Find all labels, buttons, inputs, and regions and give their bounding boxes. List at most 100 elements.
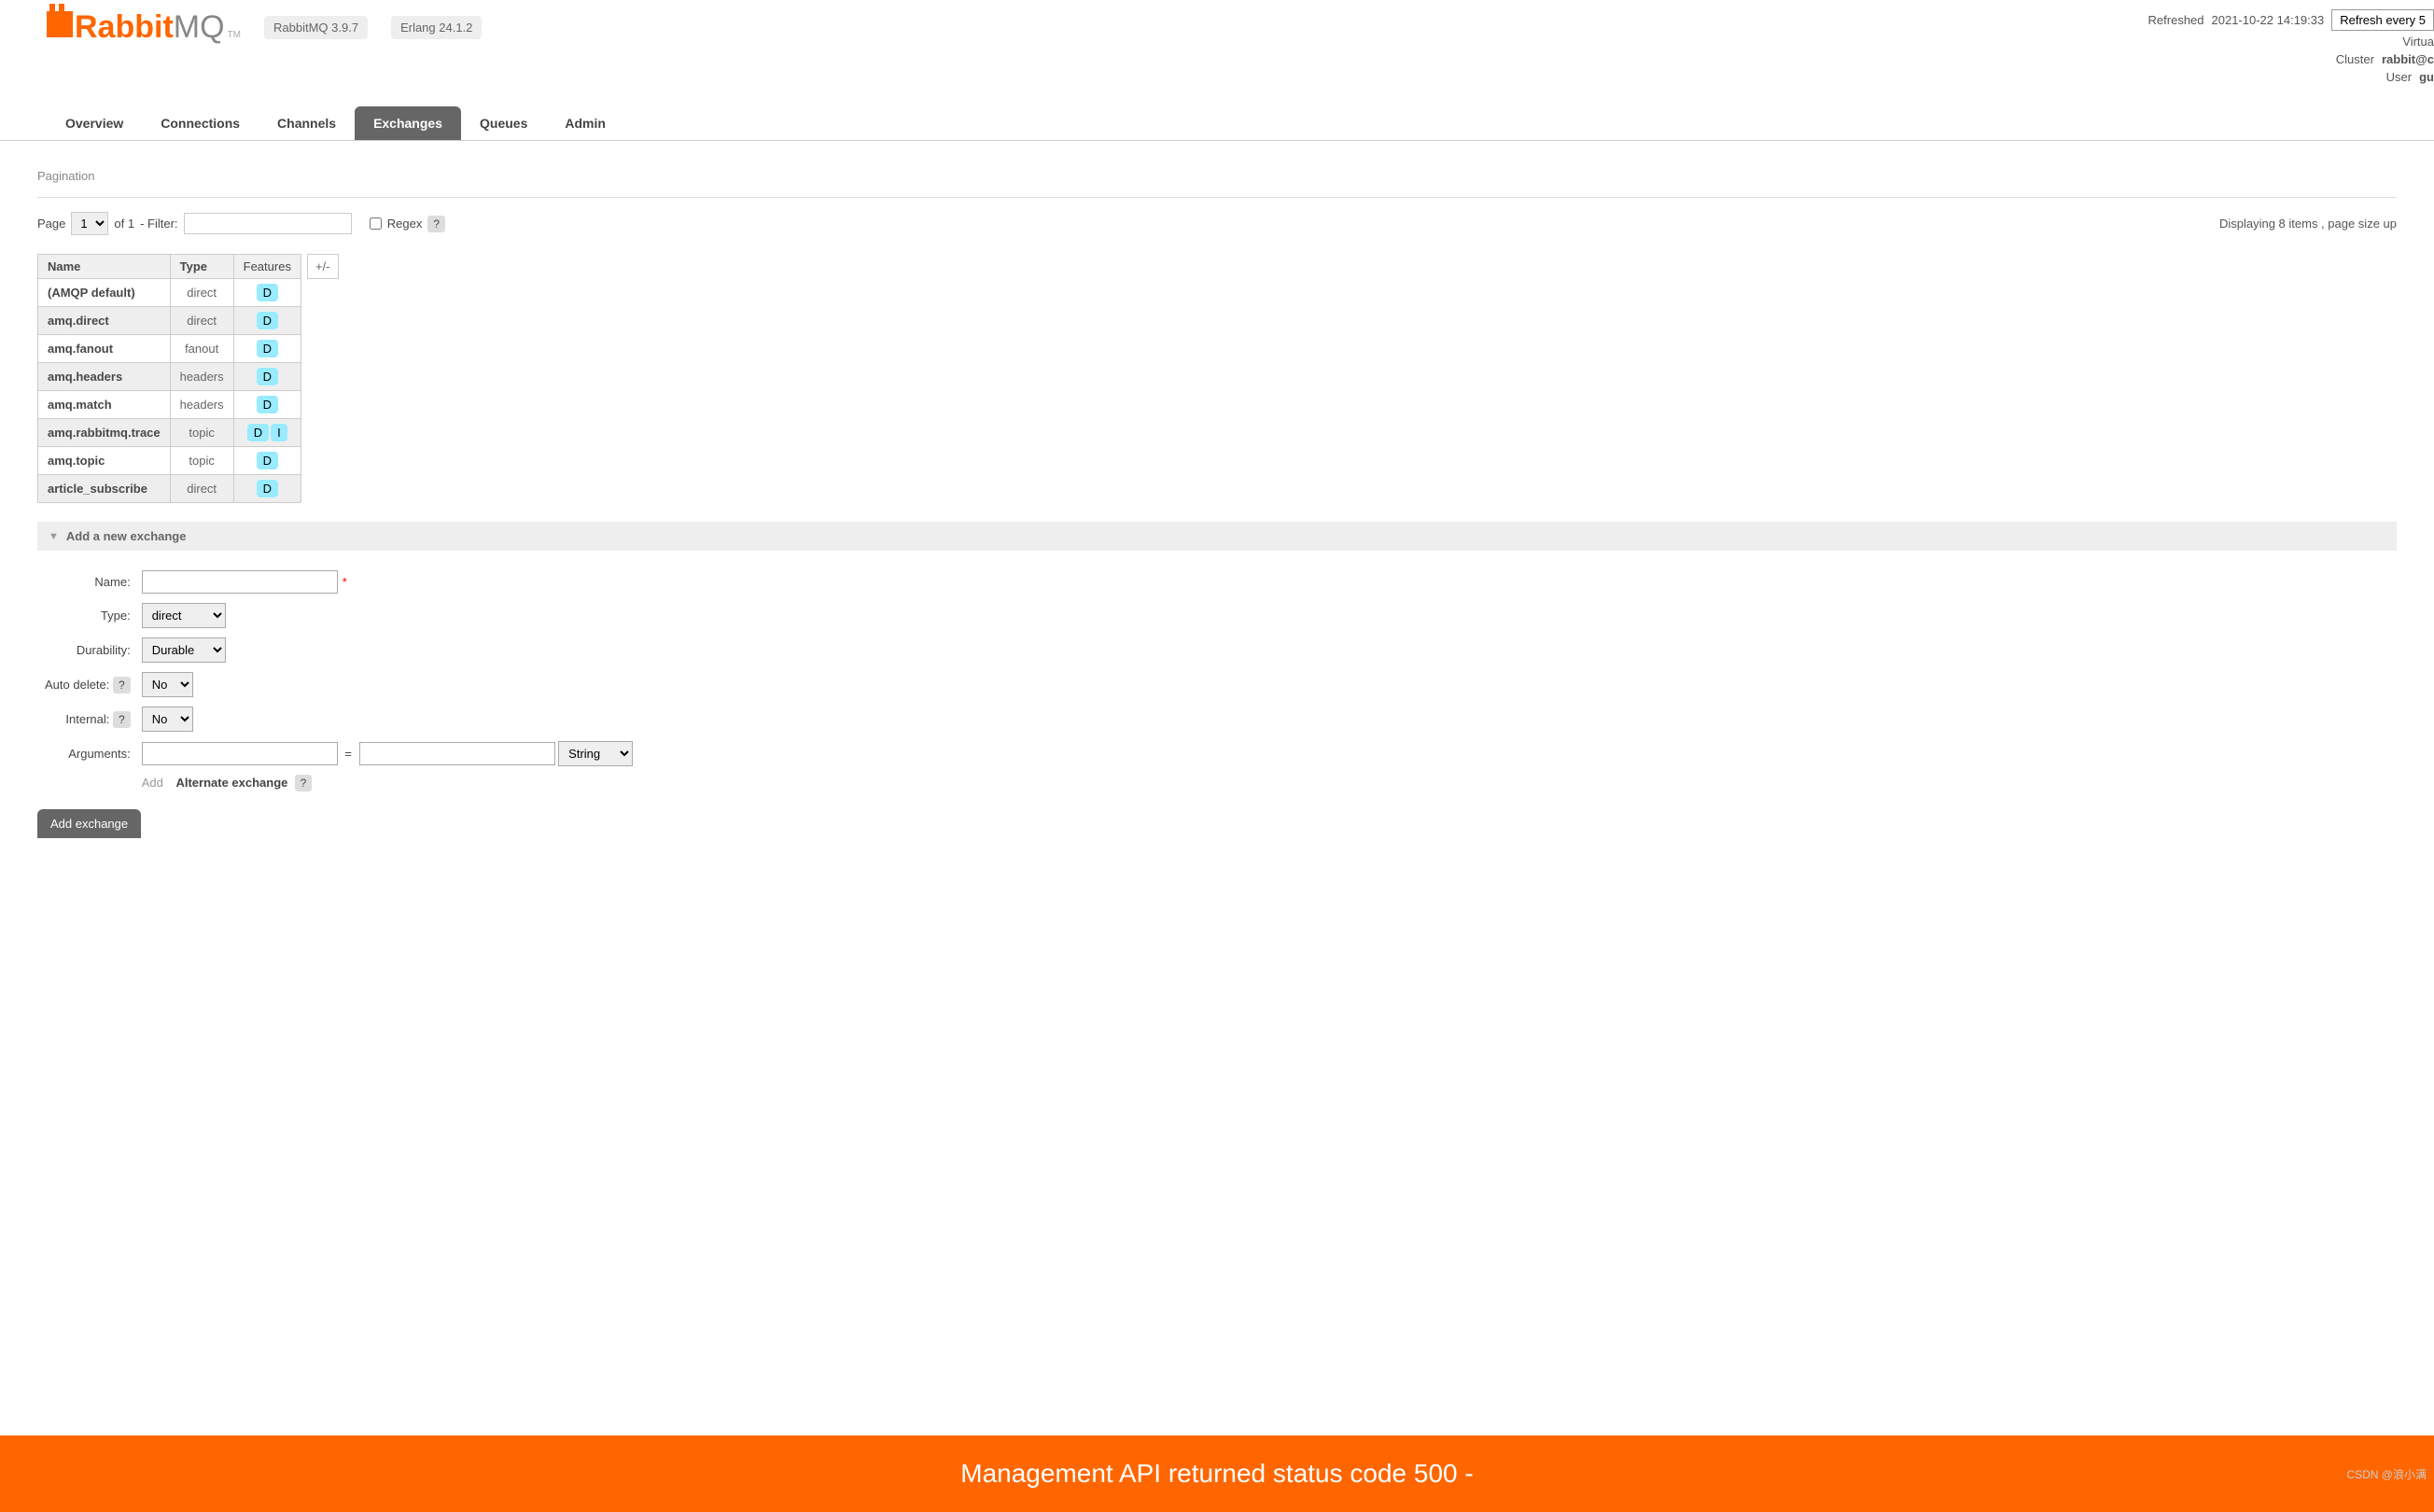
exchange-features: D — [233, 279, 301, 307]
error-banner: Management API returned status code 500 … — [0, 1435, 2434, 1512]
exchange-features: D — [233, 363, 301, 391]
exchange-name[interactable]: amq.direct — [38, 307, 171, 335]
refreshed-label: Refreshed — [2148, 13, 2204, 27]
exchange-name[interactable]: amq.headers — [38, 363, 171, 391]
tab-exchanges[interactable]: Exchanges — [355, 106, 461, 140]
equals-sign: = — [341, 747, 356, 761]
cluster-label: Cluster — [2336, 52, 2374, 66]
caret-down-icon: ▼ — [49, 531, 59, 542]
feature-badge: D — [257, 452, 278, 469]
durability-field-label: Durability: — [39, 634, 134, 666]
exchanges-table: Name Type Features (AMQP default)directD… — [37, 254, 301, 503]
logo-text-rabbit: Rabbit — [75, 9, 174, 45]
name-input[interactable] — [142, 570, 338, 594]
exchange-features: DI — [233, 419, 301, 447]
argument-key-input[interactable] — [142, 742, 338, 765]
alternate-exchange-help-icon[interactable]: ? — [295, 775, 313, 791]
refresh-interval-button[interactable]: Refresh every 5 — [2331, 9, 2434, 31]
arguments-field-label: Arguments: — [39, 737, 134, 770]
tab-overview[interactable]: Overview — [47, 106, 142, 140]
logo-tm: TM — [228, 30, 241, 40]
logo-text-mq: MQ — [174, 9, 225, 45]
exchange-name[interactable]: amq.topic — [38, 447, 171, 475]
regex-checkbox[interactable] — [370, 217, 382, 230]
autodelete-help-icon[interactable]: ? — [113, 677, 131, 693]
exchange-features: D — [233, 307, 301, 335]
internal-help-icon[interactable]: ? — [113, 711, 131, 728]
internal-select[interactable]: No — [142, 707, 193, 732]
columns-toggle[interactable]: +/- — [307, 254, 339, 279]
alternate-exchange-link[interactable]: Alternate exchange — [175, 776, 287, 790]
feature-badge: D — [257, 284, 278, 301]
page-select[interactable]: 1 — [71, 212, 108, 235]
displaying-count: Displaying 8 items , page size up — [2219, 217, 2397, 231]
feature-badge: D — [257, 340, 278, 357]
argument-type-select[interactable]: String — [558, 741, 633, 766]
exchange-type: direct — [170, 279, 233, 307]
exchange-type: fanout — [170, 335, 233, 363]
feature-badge: D — [257, 396, 278, 413]
tab-connections[interactable]: Connections — [142, 106, 259, 140]
feature-badge: D — [257, 480, 278, 497]
tab-admin[interactable]: Admin — [546, 106, 624, 140]
exchange-features: D — [233, 447, 301, 475]
watermark: CSDN @浪小满 — [2346, 1466, 2427, 1482]
exchange-name[interactable]: amq.match — [38, 391, 171, 419]
argument-value-input[interactable] — [359, 742, 555, 765]
add-exchange-button[interactable]: Add exchange — [37, 809, 141, 838]
feature-badge: I — [271, 424, 287, 441]
name-field-label: Name: — [39, 567, 134, 597]
exchange-name[interactable]: article_subscribe — [38, 475, 171, 503]
internal-field-label: Internal: — [65, 712, 109, 726]
type-select[interactable]: direct — [142, 603, 226, 628]
autodelete-field-label: Auto delete: — [45, 678, 109, 692]
exchange-type: direct — [170, 307, 233, 335]
add-exchange-section-header[interactable]: ▼ Add a new exchange — [37, 522, 2397, 551]
table-row: amq.matchheaders D — [38, 391, 301, 419]
col-type[interactable]: Type — [170, 255, 233, 279]
exchange-name[interactable]: (AMQP default) — [38, 279, 171, 307]
regex-help-icon[interactable]: ? — [427, 216, 445, 232]
durability-select[interactable]: Durable — [142, 637, 226, 663]
exchange-type: direct — [170, 475, 233, 503]
filter-label: - Filter: — [140, 217, 177, 231]
table-row: amq.topictopicD — [38, 447, 301, 475]
required-marker: * — [343, 575, 347, 589]
table-row: article_subscribedirect D — [38, 475, 301, 503]
exchange-type: headers — [170, 391, 233, 419]
user-label: User — [2386, 70, 2412, 84]
regex-label: Regex — [387, 217, 423, 231]
col-name[interactable]: Name — [38, 255, 171, 279]
exchange-features: D — [233, 391, 301, 419]
rabbitmq-logo-icon — [47, 11, 73, 37]
tab-queues[interactable]: Queues — [461, 106, 546, 140]
table-row: amq.headersheaders D — [38, 363, 301, 391]
table-row: amq.directdirect D — [38, 307, 301, 335]
page-label: Page — [37, 217, 65, 231]
pagination-heading: Pagination — [37, 169, 2397, 183]
erlang-version-badge: Erlang 24.1.2 — [391, 16, 482, 39]
feature-badge: D — [257, 368, 278, 385]
user-name: gu — [2419, 70, 2434, 84]
table-row: amq.rabbitmq.tracetopicDI — [38, 419, 301, 447]
rabbitmq-version-badge: RabbitMQ 3.9.7 — [264, 16, 368, 39]
col-features: Features — [233, 255, 301, 279]
exchange-name[interactable]: amq.fanout — [38, 335, 171, 363]
exchange-features: D — [233, 475, 301, 503]
cluster-name: rabbit@c — [2382, 52, 2434, 66]
add-argument-link[interactable]: Add — [142, 776, 163, 790]
page-of-label: of 1 — [114, 217, 134, 231]
autodelete-select[interactable]: No — [142, 672, 193, 697]
add-exchange-title: Add a new exchange — [66, 529, 187, 543]
refreshed-time: 2021-10-22 14:19:33 — [2212, 13, 2325, 27]
exchange-type: headers — [170, 363, 233, 391]
feature-badge: D — [247, 424, 269, 441]
filter-input[interactable] — [184, 213, 352, 234]
feature-badge: D — [257, 312, 278, 329]
tab-channels[interactable]: Channels — [259, 106, 355, 140]
exchange-type: topic — [170, 419, 233, 447]
exchange-name[interactable]: amq.rabbitmq.trace — [38, 419, 171, 447]
nav-tabs: OverviewConnectionsChannelsExchangesQueu… — [0, 106, 2434, 141]
table-row: amq.fanoutfanout D — [38, 335, 301, 363]
logo-area: RabbitMQ TM RabbitMQ 3.9.7 Erlang 24.1.2 — [47, 9, 482, 46]
